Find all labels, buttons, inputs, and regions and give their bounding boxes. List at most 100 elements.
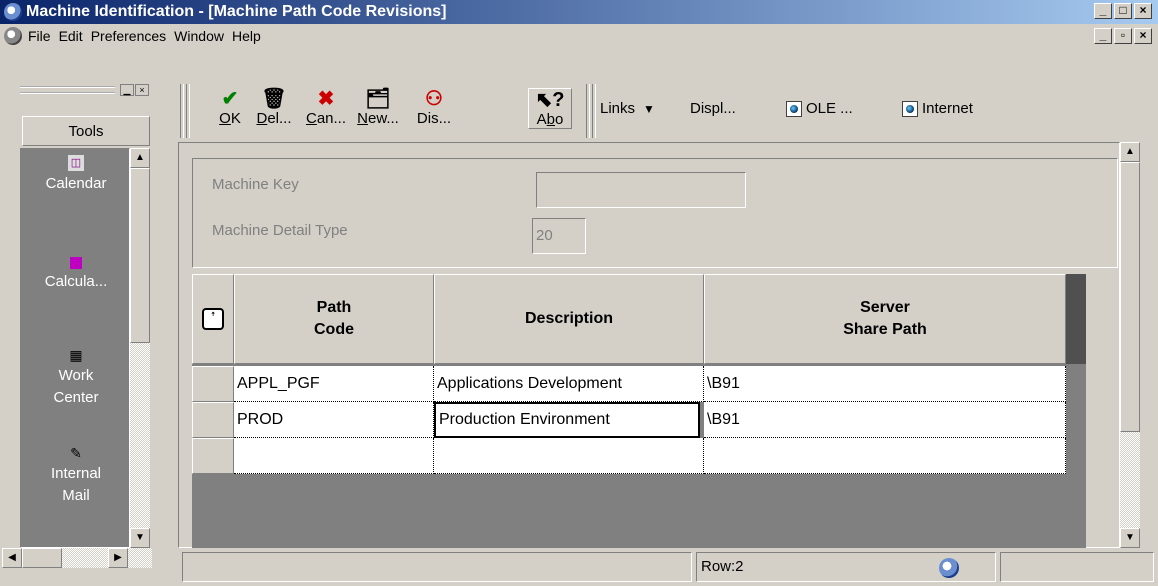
close-button[interactable]: × bbox=[1134, 3, 1152, 19]
tools-hscroll-thumb[interactable] bbox=[22, 548, 62, 568]
help-pointer-icon: ⬉? bbox=[535, 89, 565, 111]
internet-link[interactable]: Internet bbox=[902, 100, 973, 117]
scroll-down-icon[interactable]: ▼ bbox=[1120, 528, 1140, 548]
tool-calendar-label: Calendar bbox=[45, 175, 107, 192]
status-extra bbox=[1000, 552, 1154, 582]
display-link[interactable]: Displ... bbox=[690, 100, 736, 117]
minimize-button[interactable]: _ bbox=[1094, 3, 1112, 19]
about-underline: b bbox=[546, 111, 555, 128]
tools-scroll-left-icon[interactable]: ◀ bbox=[2, 548, 22, 568]
ok-button[interactable]: ✔ OK bbox=[206, 88, 254, 127]
machine-detail-type-field[interactable]: 20 bbox=[532, 218, 586, 254]
menu-bar: File Edit Preferences Window Help _ ▫ × bbox=[0, 24, 1158, 48]
tool-calculator[interactable]: Calcula... bbox=[21, 257, 131, 293]
column-header-server-share-path[interactable]: Server Share Path bbox=[704, 274, 1066, 364]
row-selector[interactable] bbox=[192, 438, 234, 474]
ole-link[interactable]: OLE ... bbox=[786, 100, 853, 117]
display-label: Dis... bbox=[416, 110, 452, 127]
menu-preferences[interactable]: Preferences bbox=[91, 28, 174, 44]
cell-path-code[interactable]: APPL_PGF bbox=[234, 366, 434, 402]
status-message bbox=[182, 552, 692, 582]
form-vertical-scrollbar[interactable]: ▲ ▼ bbox=[1120, 142, 1140, 548]
scroll-up-icon[interactable]: ▲ bbox=[1120, 142, 1140, 162]
toolbar-separator bbox=[180, 84, 184, 138]
internet-link-label: Internet bbox=[922, 100, 973, 117]
tools-grip[interactable] bbox=[20, 86, 115, 94]
mdi-restore-button[interactable]: ▫ bbox=[1114, 28, 1132, 44]
tool-internal-mail[interactable]: ✎ Internal Mail bbox=[21, 445, 131, 507]
column-header-path-code[interactable]: Path Code bbox=[234, 274, 434, 364]
menu-window[interactable]: Window bbox=[174, 28, 232, 44]
scroll-thumb[interactable] bbox=[1120, 162, 1140, 432]
machine-detail-type-label: Machine Detail Type bbox=[212, 222, 348, 239]
toolbar-separator bbox=[186, 84, 190, 138]
tools-list: ◫ Calendar Calcula... ▦ Work Center ✎ In… bbox=[20, 148, 130, 548]
row-selector[interactable] bbox=[192, 366, 234, 402]
links-menu[interactable]: Links ▼ bbox=[600, 100, 655, 117]
tool-internal-mail-line1: Internal bbox=[50, 465, 102, 482]
tools-scroll-down-icon[interactable]: ▼ bbox=[130, 528, 150, 548]
about-button[interactable]: ⬉? Abo bbox=[528, 88, 572, 129]
maximize-button[interactable]: □ bbox=[1114, 3, 1132, 19]
tools-horizontal-scrollbar[interactable]: ◀ ▶ bbox=[2, 548, 152, 568]
display-link-label: Displ... bbox=[690, 100, 736, 117]
cell-description-focused[interactable]: Production Environment bbox=[434, 402, 700, 438]
about-label-rest: o bbox=[555, 111, 564, 128]
tool-work-center[interactable]: ▦ Work Center bbox=[21, 347, 131, 409]
cell-server-share-path[interactable] bbox=[704, 438, 1066, 474]
cancel-underline: C bbox=[305, 110, 317, 127]
delete-label-rest: el... bbox=[267, 110, 292, 127]
calendar-icon: ◫ bbox=[68, 155, 84, 171]
new-folder-icon: 🗂 bbox=[365, 88, 391, 110]
col-description: Description bbox=[524, 310, 613, 327]
col-path-code-line2: Code bbox=[314, 321, 354, 338]
cell-server-share-path[interactable]: \B91 bbox=[704, 402, 1066, 438]
dropdown-arrow-icon: ▼ bbox=[643, 101, 655, 116]
cancel-button[interactable]: ✖ Can... bbox=[302, 88, 350, 127]
grid-header-scroll-area bbox=[1066, 274, 1086, 364]
trash-icon: 🗑 bbox=[261, 88, 287, 110]
delete-button[interactable]: 🗑 Del... bbox=[250, 88, 298, 127]
globe-icon bbox=[902, 100, 918, 117]
cancel-label-rest: an... bbox=[316, 110, 347, 127]
tools-close-icon[interactable]: × bbox=[135, 84, 149, 96]
tools-scroll-right-icon[interactable]: ▶ bbox=[108, 548, 128, 568]
tools-pane-controls: ▁ × bbox=[120, 84, 149, 96]
cell-path-code[interactable] bbox=[234, 438, 434, 474]
display-button[interactable]: ⚇ Dis... bbox=[410, 88, 458, 127]
row-selector[interactable] bbox=[192, 402, 234, 438]
toolbar-separator bbox=[586, 84, 590, 138]
col-path-code-line1: Path bbox=[316, 299, 352, 316]
cell-description[interactable] bbox=[434, 438, 704, 474]
machine-key-field[interactable] bbox=[536, 172, 746, 208]
tool-calendar[interactable]: ◫ Calendar bbox=[21, 155, 131, 195]
cell-description[interactable]: Applications Development bbox=[434, 366, 704, 402]
path-code-grid: ꜛ Path Code Description Server Share Path … bbox=[192, 274, 1086, 548]
menu-help[interactable]: Help bbox=[232, 28, 269, 44]
menu-edit[interactable]: Edit bbox=[59, 28, 91, 44]
ok-underline: O bbox=[219, 110, 231, 127]
tools-vertical-scrollbar[interactable]: ▲ ▼ bbox=[130, 148, 150, 548]
tools-scroll-up-icon[interactable]: ▲ bbox=[130, 148, 150, 168]
machine-key-label: Machine Key bbox=[212, 176, 299, 193]
status-row: Row:2 bbox=[696, 552, 996, 582]
globe-icon bbox=[786, 100, 802, 117]
mdi-minimize-button[interactable]: _ bbox=[1094, 28, 1112, 44]
cell-path-code[interactable]: PROD bbox=[234, 402, 434, 438]
mail-icon: ✎ bbox=[70, 445, 82, 461]
tools-scroll-thumb[interactable] bbox=[130, 168, 150, 343]
delete-underline: D bbox=[256, 110, 268, 127]
column-header-description[interactable]: Description bbox=[434, 274, 704, 364]
new-underline: N bbox=[357, 110, 368, 127]
binoculars-icon: ⚇ bbox=[425, 88, 443, 110]
grid-lock-cell[interactable]: ꜛ bbox=[192, 274, 234, 364]
tools-minimize-icon[interactable]: ▁ bbox=[120, 84, 134, 96]
cell-server-share-path[interactable]: \B91 bbox=[704, 366, 1066, 402]
mdi-close-button[interactable]: × bbox=[1134, 28, 1152, 44]
menu-file[interactable]: File bbox=[28, 28, 59, 44]
system-menu-icon[interactable] bbox=[4, 27, 22, 45]
new-button[interactable]: 🗂 New... bbox=[354, 88, 402, 127]
tools-header[interactable]: Tools bbox=[22, 116, 150, 146]
title-bar: Machine Identification - [Machine Path C… bbox=[0, 0, 1158, 24]
check-icon: ✔ bbox=[221, 88, 239, 110]
